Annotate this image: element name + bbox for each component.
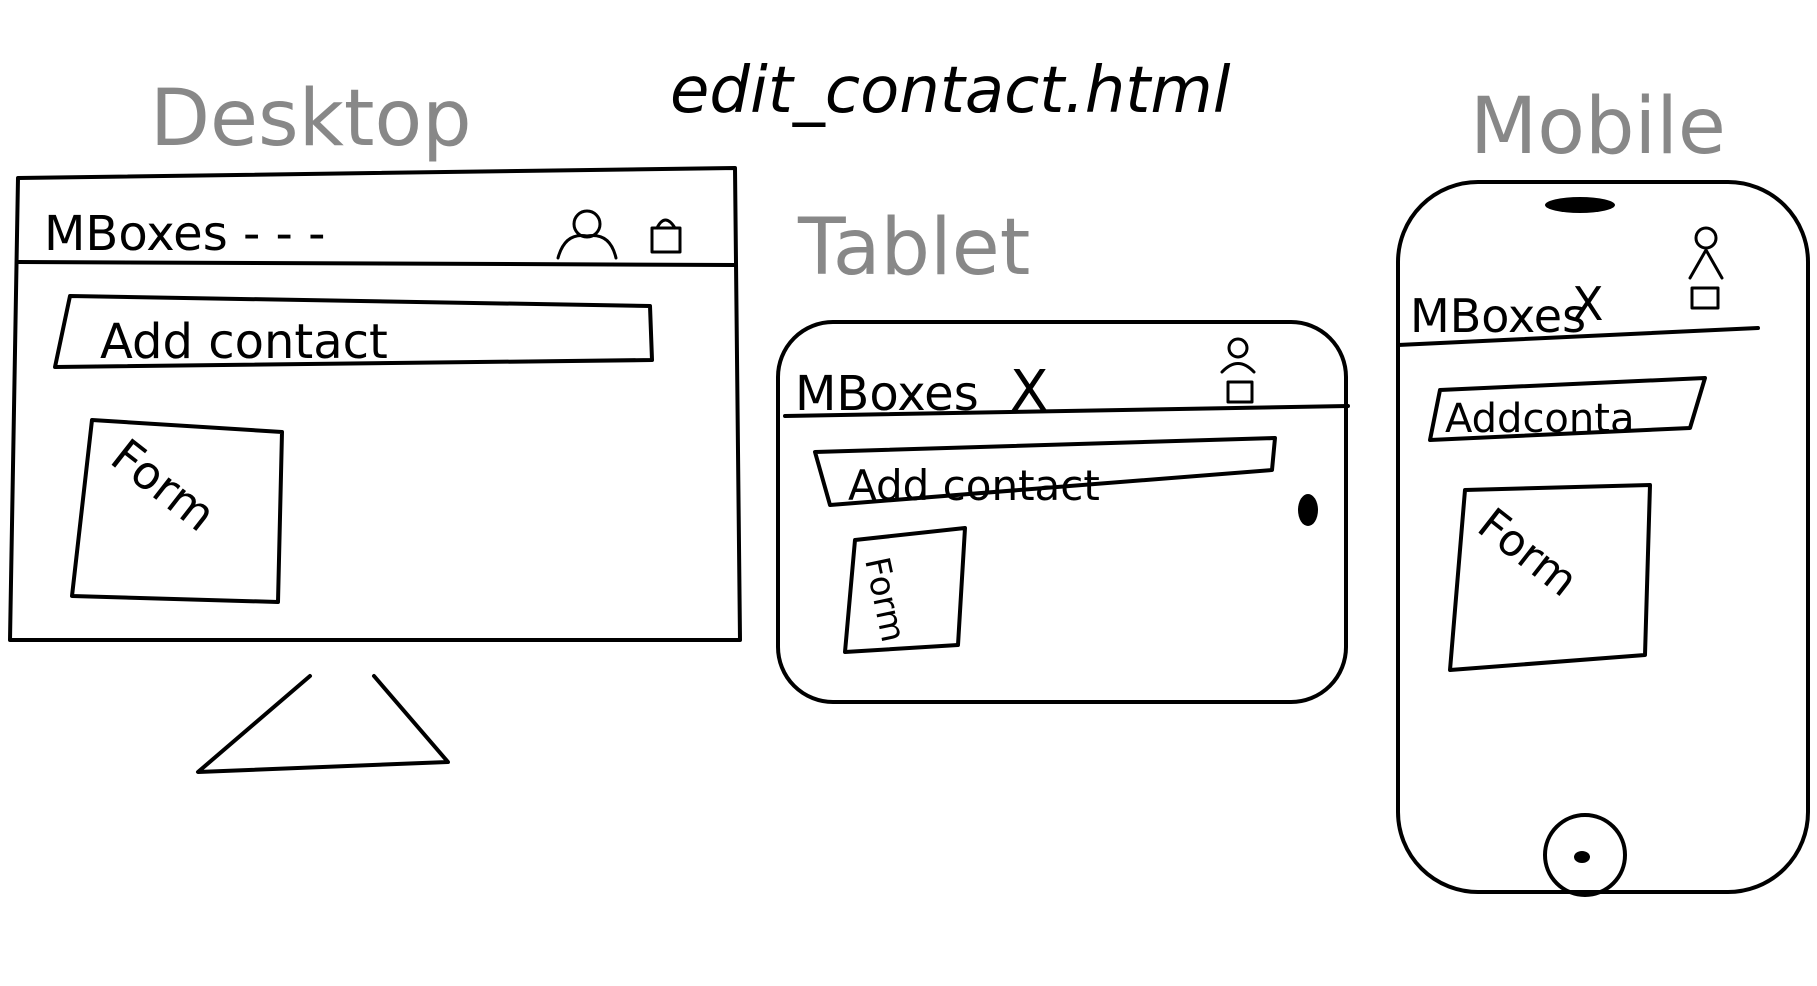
mobile-brand: MBoxes bbox=[1410, 289, 1586, 343]
mobile-form-label: Form bbox=[1468, 498, 1587, 606]
lock-icon bbox=[1226, 380, 1254, 404]
mobile-close-mark: X bbox=[1572, 277, 1604, 331]
mobile-wireframe: Mobile MBoxes X Addconta Form bbox=[1396, 82, 1810, 897]
lock-icon bbox=[650, 218, 682, 254]
tablet-wireframe: Tablet MBoxes X Add contact Form bbox=[776, 203, 1350, 704]
lock-icon bbox=[1690, 286, 1720, 310]
home-button-dot bbox=[1574, 851, 1590, 863]
speaker-icon bbox=[1545, 197, 1615, 213]
desktop-label: Desktop bbox=[150, 74, 472, 164]
tablet-close-mark: X bbox=[1010, 359, 1048, 424]
tablet-brand: MBoxes bbox=[795, 366, 979, 422]
desktop-brand: MBoxes - - - bbox=[44, 206, 325, 262]
mobile-add-contact-text: Addconta bbox=[1445, 396, 1634, 442]
desktop-wireframe: Desktop MBoxes - - - Add contact Form bbox=[8, 74, 742, 774]
mobile-label: Mobile bbox=[1470, 82, 1726, 172]
tablet-label: Tablet bbox=[797, 203, 1030, 293]
desktop-header-divider bbox=[16, 260, 737, 267]
desktop-form-label: Form bbox=[101, 428, 226, 542]
wireframe-sketch: edit_contact.html Desktop MBoxes - - - A… bbox=[8, 54, 1810, 897]
tablet-form-label: Form bbox=[856, 554, 913, 646]
user-icon bbox=[1688, 226, 1724, 280]
user-icon bbox=[556, 209, 618, 260]
desktop-add-contact-text: Add contact bbox=[100, 314, 388, 370]
page-title: edit_contact.html bbox=[670, 54, 1231, 128]
user-icon bbox=[1220, 337, 1256, 374]
home-button-icon bbox=[1298, 494, 1318, 526]
desktop-monitor-stand bbox=[196, 674, 450, 774]
tablet-add-contact-text: Add contact bbox=[848, 461, 1100, 510]
